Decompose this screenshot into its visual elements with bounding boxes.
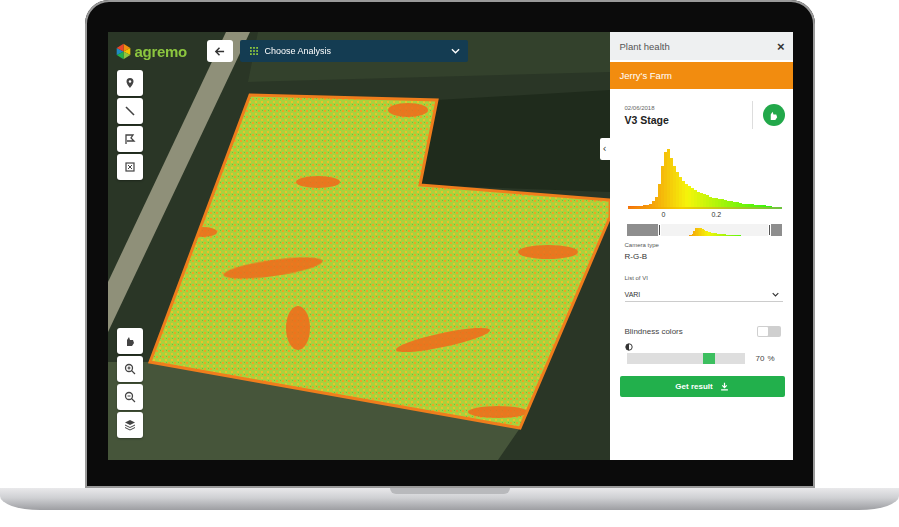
- zoom-in-icon: [124, 363, 136, 375]
- range-selected: [661, 224, 768, 236]
- zoom-out-icon: [124, 391, 136, 403]
- agremo-logo[interactable]: agremo: [115, 43, 199, 60]
- chevron-down-icon: [772, 292, 779, 297]
- pin-icon: [124, 77, 136, 89]
- measure-tool[interactable]: [117, 98, 143, 124]
- crop-area-icon: [124, 161, 136, 173]
- download-icon: [720, 382, 729, 391]
- back-button[interactable]: [207, 40, 233, 62]
- opacity-row: 70%: [610, 351, 793, 364]
- collapse-panel-button[interactable]: ‹: [600, 138, 610, 160]
- screen: agremo Choose Analysis ‹ Plant health × Jerry…: [108, 32, 793, 460]
- page: agremo Choose Analysis ‹ Plant health × Jerry…: [0, 0, 899, 527]
- mini-histogram-bar: [749, 236, 751, 237]
- camera-type-field: Camera type R-G-B: [610, 236, 793, 261]
- contrast-icon: [625, 343, 633, 351]
- field-map[interactable]: [108, 32, 610, 460]
- vi-field: List of VI VARI: [610, 261, 793, 302]
- analysis-label: Choose Analysis: [265, 46, 444, 56]
- marker-tool[interactable]: [117, 70, 143, 96]
- get-result-button[interactable]: Get result: [620, 376, 785, 397]
- polygon-tool[interactable]: [117, 126, 143, 152]
- plant-health-tool[interactable]: [117, 328, 143, 354]
- stage-info: 02/06/2018 V3 Stage: [625, 105, 752, 126]
- opacity-slider[interactable]: [627, 353, 745, 364]
- layers-button[interactable]: [117, 412, 143, 438]
- plant-health-panel: Plant health × Jerry's Farm 02/06/2018 V3 St…: [610, 32, 793, 460]
- zoom-in-button[interactable]: [117, 356, 143, 382]
- top-bar: agremo Choose Analysis: [115, 40, 610, 62]
- map-view[interactable]: agremo Choose Analysis ‹: [108, 32, 610, 460]
- area-tool[interactable]: [117, 154, 143, 180]
- laptop-lid: agremo Choose Analysis ‹ Plant health × Jerry…: [85, 0, 815, 488]
- stage-row: 02/06/2018 V3 Stage: [610, 89, 793, 129]
- toggle-knob: [758, 327, 768, 336]
- map-overlay: agremo Choose Analysis: [108, 32, 610, 460]
- hand-leaf-icon: [768, 110, 779, 121]
- blindness-toggle[interactable]: [757, 326, 781, 337]
- chevron-down-icon: [451, 48, 460, 54]
- logo-text: agremo: [135, 43, 187, 60]
- hand-leaf-icon: [124, 335, 136, 347]
- map-tools-bottom: [115, 328, 610, 438]
- date-label: 02/06/2018: [625, 105, 752, 111]
- histogram-chart: 00.2: [628, 149, 782, 218]
- plant-health-badge[interactable]: [763, 104, 785, 126]
- blindness-row: Blindness colors: [610, 302, 793, 337]
- farm-name-bar: Jerry's Farm: [610, 62, 793, 89]
- logo-icon: [115, 43, 132, 60]
- close-button[interactable]: ×: [777, 40, 785, 53]
- axis-tick: 0.2: [711, 211, 721, 218]
- range-excluded-high: [771, 224, 782, 236]
- separator: [752, 101, 753, 129]
- laptop-base: [0, 488, 899, 510]
- vi-label: List of VI: [625, 275, 783, 281]
- histogram-bar: [769, 206, 772, 207]
- laptop: agremo Choose Analysis ‹ Plant health × Jerry…: [0, 0, 899, 510]
- vi-value: VARI: [625, 291, 641, 298]
- laptop-notch: [390, 488, 510, 494]
- line-icon: [124, 105, 136, 117]
- grid-icon: [250, 47, 258, 55]
- opacity-value: 70: [756, 354, 765, 363]
- range-excluded-low: [627, 224, 658, 236]
- spacer: [115, 180, 610, 328]
- camera-type-value: R-G-B: [625, 252, 783, 261]
- arrow-left-icon: [214, 46, 225, 57]
- range-slider[interactable]: [627, 224, 782, 236]
- panel-title: Plant health: [620, 41, 670, 52]
- opacity-unit: %: [767, 354, 774, 363]
- analysis-dropdown[interactable]: Choose Analysis: [240, 40, 468, 62]
- zoom-out-button[interactable]: [117, 384, 143, 410]
- layers-icon: [124, 419, 136, 431]
- polygon-icon: [124, 133, 136, 145]
- histogram-ticks: 00.2: [628, 211, 782, 218]
- map-tools-top: [115, 70, 610, 180]
- get-result-label: Get result: [675, 382, 712, 391]
- histogram-bars: [628, 149, 782, 207]
- panel-header: Plant health ×: [610, 32, 793, 60]
- camera-type-label: Camera type: [625, 242, 783, 248]
- axis-tick: 0: [662, 211, 666, 218]
- opacity-thumb[interactable]: [703, 353, 715, 364]
- histogram-axis: [628, 207, 782, 209]
- blindness-label: Blindness colors: [625, 327, 683, 336]
- vi-dropdown[interactable]: VARI: [625, 285, 783, 302]
- stage-label: V3 Stage: [625, 114, 752, 126]
